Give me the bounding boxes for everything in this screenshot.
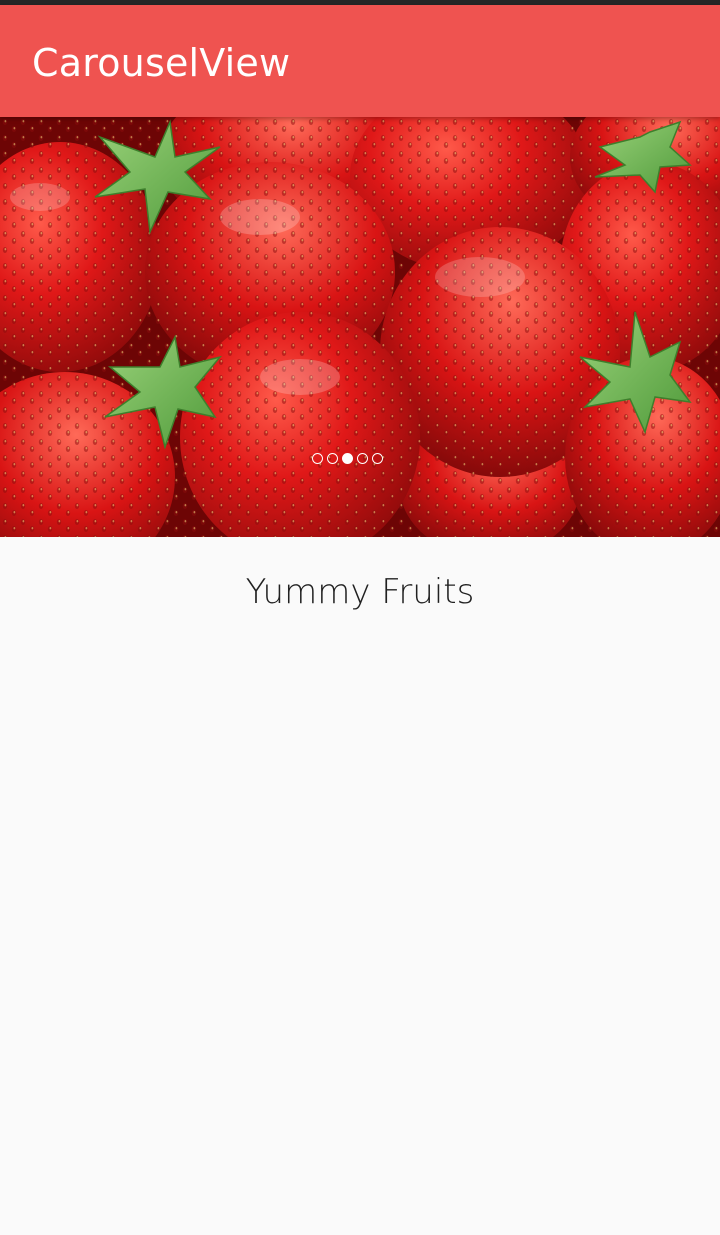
page-indicator-dot-active[interactable] xyxy=(342,453,353,464)
page-indicator-dot[interactable] xyxy=(312,453,323,464)
page-indicator-dot[interactable] xyxy=(327,453,338,464)
page-indicator-dot[interactable] xyxy=(372,453,383,464)
page-indicators xyxy=(312,453,383,467)
app-bar: CarouselView xyxy=(0,5,720,117)
carousel-caption: Yummy Fruits xyxy=(245,572,475,612)
app-title: CarouselView xyxy=(32,41,291,85)
strawberries-image xyxy=(0,117,720,537)
image-carousel[interactable] xyxy=(0,117,720,537)
page-indicator-dot[interactable] xyxy=(357,453,368,464)
